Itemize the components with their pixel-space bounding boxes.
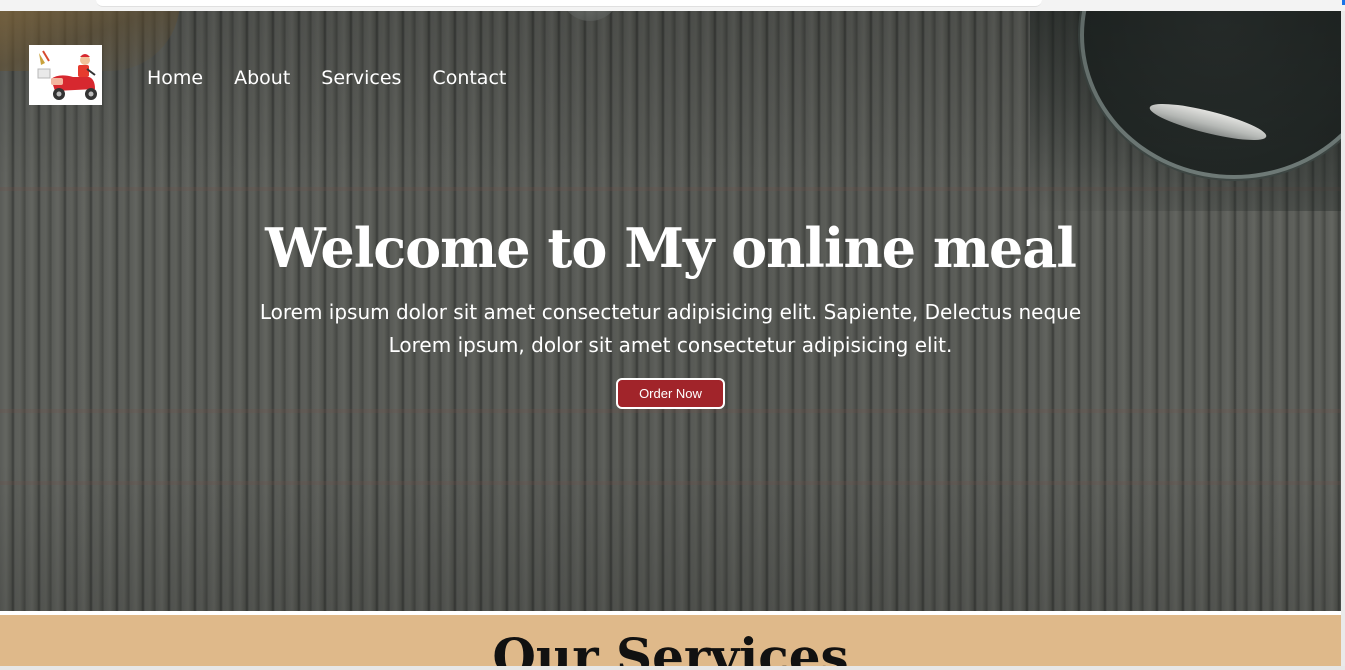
hero-description-line1: Lorem ipsum dolor sit amet consectetur a… [259, 300, 1082, 324]
hero-title: Welcome to My online meal [265, 216, 1077, 280]
site-logo[interactable] [29, 45, 102, 105]
nav-home-link[interactable]: Home [147, 62, 203, 94]
main-nav: Home About Services Contact [147, 62, 506, 94]
hero-description: Lorem ipsum dolor sit amet consectetur a… [170, 296, 1171, 362]
order-now-button[interactable]: Order Now [616, 378, 725, 409]
nav-contact-link[interactable]: Contact [432, 62, 506, 94]
nav-about-link[interactable]: About [234, 62, 290, 94]
scooter-delivery-icon [29, 45, 102, 105]
services-title: Our Services [492, 627, 849, 670]
window-bottom-edge [0, 666, 1345, 670]
browser-top-bar [0, 0, 1345, 11]
nav-services-link[interactable]: Services [321, 62, 401, 94]
address-area [96, 0, 1042, 7]
services-section: Our Services [0, 615, 1341, 670]
hero-description-line2: Lorem ipsum, dolor sit amet consectetur … [388, 333, 953, 357]
page-scrollbar[interactable] [1341, 11, 1345, 670]
